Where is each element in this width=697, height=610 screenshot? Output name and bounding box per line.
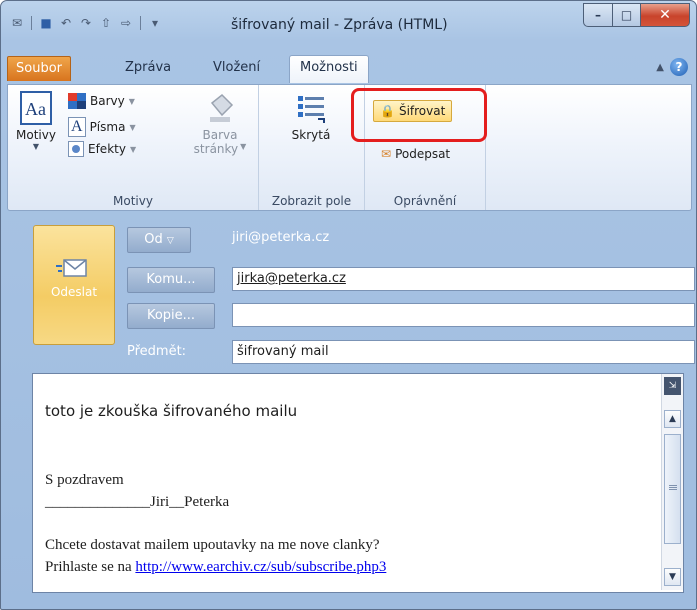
effects-icon xyxy=(68,141,84,157)
ribbon-tabs: Soubor Zpráva Vložení Možnosti ▲ ? xyxy=(1,52,696,84)
qat-separator xyxy=(140,16,141,30)
window-title: šifrovaný mail - Zpráva (HTML) xyxy=(231,17,448,33)
subscribe-link[interactable]: http://www.earchiv.cz/sub/subscribe.php3 xyxy=(135,559,386,575)
minimize-ribbon-icon[interactable]: ▲ xyxy=(656,62,664,73)
fonts-icon: A xyxy=(68,117,86,137)
outlook-message-window: ✉ ■ ↶ ↷ ⇧ ⇨ ▾ šifrovaný mail - Zpráva (H… xyxy=(0,0,697,610)
next-item-icon[interactable]: ⇨ xyxy=(118,15,134,31)
scroll-down-icon[interactable]: ▼ xyxy=(664,568,681,586)
themes-button[interactable]: Aa Motivy ▼ xyxy=(12,91,60,151)
fonts-label: Písma xyxy=(89,120,126,134)
bcc-label: Skrytá xyxy=(291,128,331,142)
themes-icon: Aa xyxy=(20,91,52,125)
customize-qat-icon[interactable]: ▾ xyxy=(147,15,163,31)
ribbon-options: Aa Motivy ▼ Barvy ▼ A Písma ▼ Efekty ▼ B… xyxy=(7,84,692,211)
page-color-label-line1: Barva xyxy=(202,128,238,142)
body-promo-line-2: Prihlaste se na http://www.earchiv.cz/su… xyxy=(45,559,386,576)
undo-icon[interactable]: ↶ xyxy=(58,15,74,31)
quick-access-toolbar: ✉ ■ ↶ ↷ ⇧ ⇨ ▾ xyxy=(9,15,163,31)
compose-header: Odeslat Od ▽ jiri@peterka.cz Komu... jir… xyxy=(17,213,695,373)
tab-insert[interactable]: Vložení xyxy=(203,56,270,80)
to-recipient[interactable]: jirka@peterka.cz xyxy=(237,271,346,286)
group-label-show-fields: Zobrazit pole xyxy=(271,194,352,208)
scroll-thumb[interactable] xyxy=(664,434,681,544)
cc-button[interactable]: Kopie... xyxy=(127,303,215,329)
qat-separator xyxy=(31,16,32,30)
close-button[interactable]: ✕ xyxy=(640,3,690,27)
send-button[interactable]: Odeslat xyxy=(33,225,115,345)
group-show-fields: Skrytá Zobrazit pole xyxy=(259,85,365,210)
bcc-field-icon xyxy=(298,96,325,123)
colors-label: Barvy xyxy=(90,94,125,108)
group-label-motivy: Motivy xyxy=(113,194,153,208)
scroll-up-icon[interactable]: ▲ xyxy=(664,410,681,428)
group-motivy: Aa Motivy ▼ Barvy ▼ A Písma ▼ Efekty ▼ B… xyxy=(8,85,259,210)
help-icon[interactable]: ? xyxy=(670,58,688,76)
fonts-button[interactable]: A Písma ▼ xyxy=(68,117,136,137)
sign-label: Podepsat xyxy=(395,147,451,161)
effects-dropdown-icon: ▼ xyxy=(129,144,137,154)
paint-bucket-icon xyxy=(210,93,234,122)
minimize-button[interactable]: – xyxy=(583,3,612,27)
body-line-1: toto je zkouška šifrovaného mailu xyxy=(45,402,298,420)
group-label-permissions: Oprávnění xyxy=(393,194,457,208)
body-greeting: S pozdravem xyxy=(45,472,124,488)
body-promo-prefix: Prihlaste se na xyxy=(45,559,136,575)
from-dropdown-icon: ▽ xyxy=(166,236,174,246)
window-controls: – □ ✕ xyxy=(583,3,690,27)
signature-envelope-icon: ✉ xyxy=(381,147,392,161)
page-color-label-line2: stránky xyxy=(193,142,239,156)
from-button[interactable]: Od ▽ xyxy=(127,227,191,253)
outlook-app-icon[interactable]: ✉ xyxy=(9,15,25,31)
page-color-button[interactable]: Barva stránky ▼ xyxy=(190,93,250,156)
subject-label: Předmět: xyxy=(127,344,187,359)
themes-label: Motivy xyxy=(16,128,56,142)
effects-label: Efekty xyxy=(88,142,126,156)
previous-item-icon[interactable]: ⇧ xyxy=(98,15,114,31)
tab-message[interactable]: Zpráva xyxy=(115,56,181,80)
encrypt-highlight-box xyxy=(351,88,487,142)
from-value: jiri@peterka.cz xyxy=(232,230,330,245)
save-icon[interactable]: ■ xyxy=(38,15,54,31)
tab-file[interactable]: Soubor xyxy=(7,56,71,81)
tab-options[interactable]: Možnosti xyxy=(289,55,369,83)
vertical-scrollbar[interactable]: ⇲ ▲ ▼ xyxy=(661,374,683,590)
send-label: Odeslat xyxy=(50,285,98,299)
fonts-dropdown-icon: ▼ xyxy=(129,122,136,132)
view-ruler-icon[interactable]: ⇲ xyxy=(664,377,681,395)
ribbon-controls: ▲ ? xyxy=(656,58,688,76)
bcc-button[interactable]: Skrytá xyxy=(281,93,341,142)
page-color-dropdown-icon: ▼ xyxy=(240,142,247,151)
redo-icon[interactable]: ↷ xyxy=(78,15,94,31)
from-label: Od xyxy=(144,232,163,247)
effects-button[interactable]: Efekty ▼ xyxy=(68,141,136,157)
body-promo-line-1: Chcete dostavat mailem upoutavky na me n… xyxy=(45,537,380,553)
grip-icon xyxy=(669,485,677,486)
subject-field[interactable]: šifrovaný mail xyxy=(232,340,695,364)
colors-icon xyxy=(68,93,86,109)
title-bar: ✉ ■ ↶ ↷ ⇧ ⇨ ▾ šifrovaný mail - Zpráva (H… xyxy=(1,1,696,49)
to-field[interactable]: jirka@peterka.cz xyxy=(232,267,695,291)
message-body[interactable]: toto je zkouška šifrovaného mailu S pozd… xyxy=(32,373,684,593)
colors-dropdown-icon: ▼ xyxy=(128,96,135,106)
send-envelope-icon xyxy=(34,256,114,285)
svg-text:Aa: Aa xyxy=(25,99,46,119)
colors-button[interactable]: Barvy ▼ xyxy=(68,93,135,109)
cc-field[interactable] xyxy=(232,303,695,327)
maximize-button[interactable]: □ xyxy=(612,3,640,27)
to-button[interactable]: Komu... xyxy=(127,267,215,293)
themes-dropdown-icon: ▼ xyxy=(32,142,40,151)
body-signature: ______________Jiri__Peterka xyxy=(45,494,230,510)
sign-button[interactable]: ✉ Podepsat xyxy=(381,147,450,161)
